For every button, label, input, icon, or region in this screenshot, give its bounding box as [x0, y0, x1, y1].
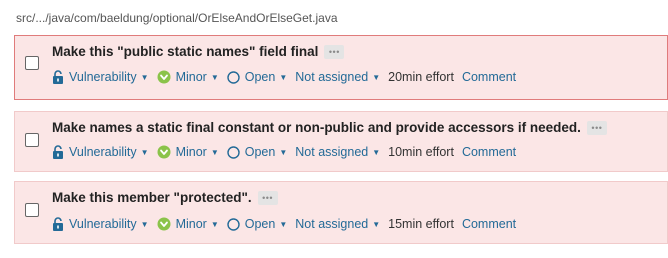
issue-severity-label: Minor [175, 70, 207, 84]
chevron-down-icon: ▼ [210, 219, 219, 229]
chevron-down-icon: ▼ [279, 219, 288, 229]
comment-link[interactable]: Comment [462, 145, 516, 159]
chevron-down-icon: ▼ [140, 72, 149, 82]
issue-card[interactable]: Make this "public static names" field fi… [14, 35, 668, 100]
issue-type-dropdown[interactable]: Vulnerability ▼ [52, 145, 149, 159]
issue-severity-dropdown[interactable]: Minor ▼ [157, 70, 219, 84]
issue-severity-label: Minor [175, 145, 207, 159]
issue-status-dropdown[interactable]: Open ▼ [227, 217, 288, 231]
circle-open-icon [227, 217, 240, 231]
chevron-down-icon: ▼ [210, 72, 219, 82]
lock-open-icon [52, 70, 64, 84]
chevron-down-icon: ▼ [372, 147, 381, 157]
lock-open-icon [52, 145, 64, 159]
issue-assignee-dropdown[interactable]: Not assigned ▼ [295, 145, 380, 159]
minor-severity-icon [157, 70, 171, 84]
issue-type-dropdown[interactable]: Vulnerability ▼ [52, 217, 149, 231]
chevron-down-icon: ▼ [140, 147, 149, 157]
issue-assignee-dropdown[interactable]: Not assigned ▼ [295, 70, 380, 84]
issue-effort: 15min effort [388, 217, 454, 231]
chevron-down-icon: ▼ [140, 219, 149, 229]
more-options-button[interactable]: ••• [324, 44, 345, 59]
issue-status-dropdown[interactable]: Open ▼ [227, 145, 288, 159]
file-path: src/.../java/com/baeldung/optional/OrEls… [16, 11, 338, 25]
chevron-down-icon: ▼ [372, 219, 381, 229]
chevron-down-icon: ▼ [210, 147, 219, 157]
issue-status-label: Open [244, 217, 276, 231]
issue-severity-dropdown[interactable]: Minor ▼ [157, 217, 219, 231]
comment-link[interactable]: Comment [462, 70, 516, 84]
issue-card[interactable]: Make names a static final constant or no… [14, 111, 668, 172]
more-options-button[interactable]: ••• [586, 120, 607, 135]
issue-title[interactable]: Make this "public static names" field fi… [52, 44, 318, 59]
chevron-down-icon: ▼ [279, 72, 288, 82]
issue-effort: 10min effort [388, 145, 454, 159]
minor-severity-icon [157, 145, 171, 159]
lock-open-icon [52, 217, 64, 231]
issue-title[interactable]: Make this member "protected". [52, 190, 252, 205]
issue-type-label: Vulnerability [69, 217, 137, 231]
issue-severity-dropdown[interactable]: Minor ▼ [157, 145, 219, 159]
issue-assignee-label: Not assigned [295, 217, 369, 231]
circle-open-icon [227, 145, 240, 159]
more-options-button[interactable]: ••• [257, 190, 278, 205]
issue-status-dropdown[interactable]: Open ▼ [227, 70, 288, 84]
issue-status-label: Open [244, 145, 276, 159]
issue-type-label: Vulnerability [69, 145, 137, 159]
issue-effort: 20min effort [388, 70, 454, 84]
issue-assignee-label: Not assigned [295, 145, 369, 159]
issue-checkbox[interactable] [25, 133, 39, 147]
issue-title[interactable]: Make names a static final constant or no… [52, 120, 581, 135]
issue-checkbox[interactable] [25, 56, 39, 70]
minor-severity-icon [157, 217, 171, 231]
circle-open-icon [227, 70, 240, 84]
chevron-down-icon: ▼ [279, 147, 288, 157]
issue-status-label: Open [244, 70, 276, 84]
issue-type-dropdown[interactable]: Vulnerability ▼ [52, 70, 149, 84]
issue-severity-label: Minor [175, 217, 207, 231]
issue-assignee-label: Not assigned [295, 70, 369, 84]
issue-card[interactable]: Make this member "protected". ••• Vulner… [14, 181, 668, 244]
issue-checkbox[interactable] [25, 203, 39, 217]
issue-assignee-dropdown[interactable]: Not assigned ▼ [295, 217, 380, 231]
chevron-down-icon: ▼ [372, 72, 381, 82]
comment-link[interactable]: Comment [462, 217, 516, 231]
issue-type-label: Vulnerability [69, 70, 137, 84]
